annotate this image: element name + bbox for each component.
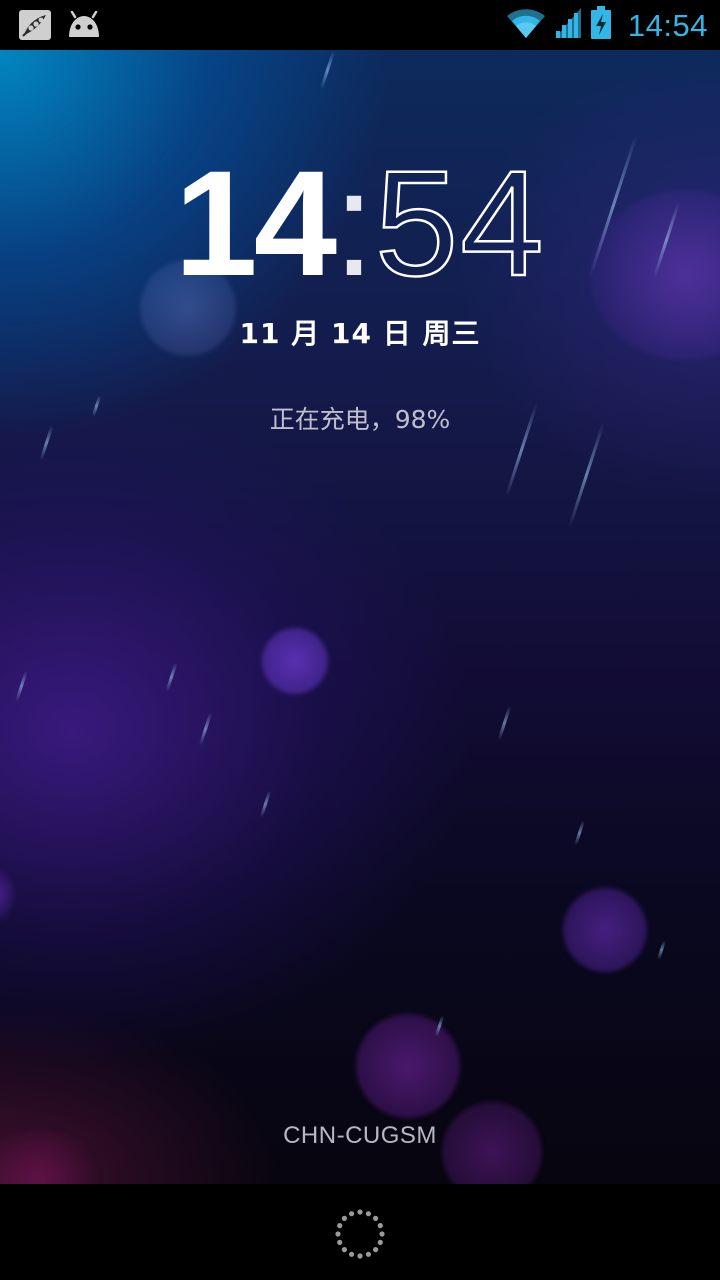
lock-screen: 14:54 14:54 11 月 14 日 周三 正在充电，98% CHN-CU… [0,0,720,1280]
bokeh-light [0,860,14,930]
status-bar-clock: 14:54 [627,7,708,43]
carrier-label: CHN-CUGSM [283,1122,437,1149]
unlock-ring-icon[interactable] [334,1208,386,1260]
bokeh-light [356,1014,460,1118]
light-streak [259,790,272,818]
light-streak [497,705,512,741]
bokeh-light [563,888,647,972]
bokeh-light [262,628,328,694]
android-icon [66,10,102,44]
wifi-icon [506,7,546,44]
light-streak [568,422,605,528]
system-status-icons: 14:54 [506,6,708,45]
lock-screen-date: 11 月 14 日 周三 [239,317,481,350]
light-streak [319,50,336,90]
pea-pod-icon [18,9,52,46]
clock-minutes: 54 [374,139,546,307]
light-streak [198,712,213,746]
status-bar: 14:54 [0,0,720,50]
charging-status: 正在充电，98% [269,405,451,434]
clock-separator: : [333,139,375,307]
light-streak [165,662,178,692]
clock-hours: 14 [174,139,337,307]
light-streak [656,940,667,960]
lock-screen-clock: 14:54 [0,147,720,300]
light-streak [15,670,28,702]
notification-icons [18,9,102,46]
light-streak [574,820,585,846]
cell-signal-icon [554,7,582,44]
battery-charging-icon [590,6,612,45]
